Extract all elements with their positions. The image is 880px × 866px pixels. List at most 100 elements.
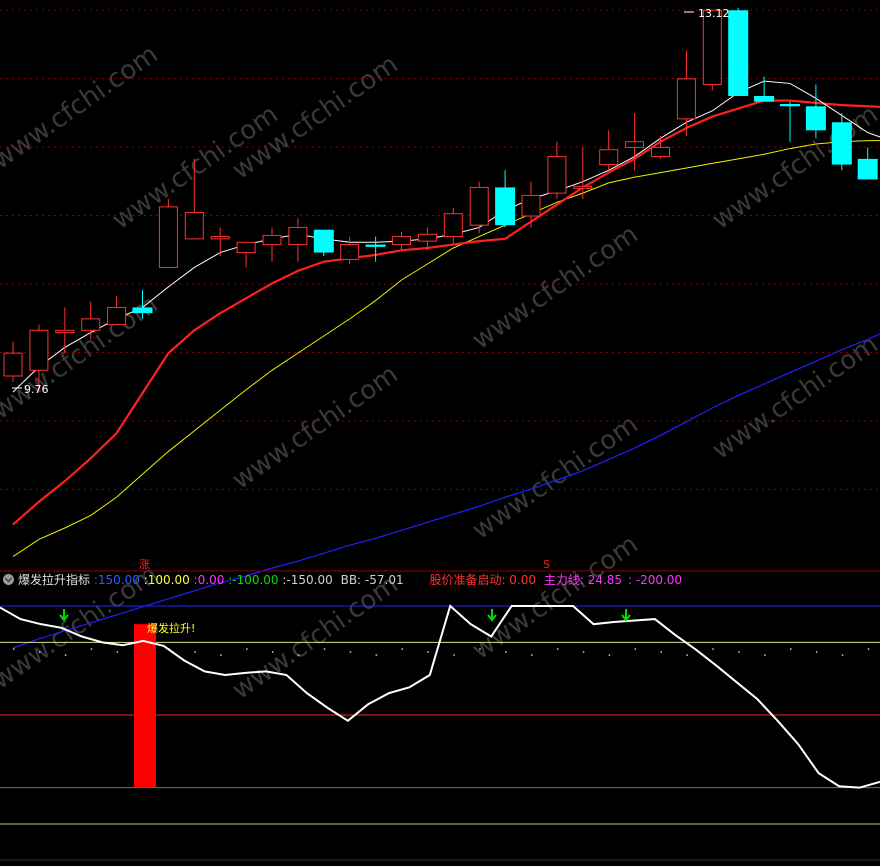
candle[interactable]: [365, 236, 386, 262]
candle[interactable]: [521, 181, 541, 228]
candle-body: [392, 236, 411, 246]
stock-chart[interactable]: www.cfchi.comwww.cfchi.comwww.cfchi.comw…: [0, 0, 880, 866]
low-price-label: 9.76: [24, 383, 49, 396]
s-marker: S: [543, 558, 550, 571]
candle[interactable]: [599, 130, 619, 171]
candle-body: [573, 185, 593, 189]
dot: [790, 648, 792, 650]
candle-body: [805, 106, 826, 131]
watermark-text: www.cfchi.com: [467, 409, 644, 545]
candle-body: [236, 241, 256, 254]
level-150: 150.00: [97, 573, 140, 587]
level-100: 100.00: [147, 573, 190, 587]
dot: [686, 654, 688, 656]
candle-body: [780, 104, 800, 107]
dot: [220, 654, 222, 656]
indicator-header: 爆发拉升指标 :150.00 :100.00 :0.00 :-100.00 :-…: [0, 571, 880, 589]
candle-body: [547, 156, 567, 194]
bb-value: BB: -57.01: [340, 573, 404, 587]
candle-body: [599, 149, 619, 166]
dot: [246, 648, 248, 650]
last-value: : -200.00: [627, 573, 683, 587]
dot: [660, 651, 662, 653]
candle[interactable]: [702, 9, 722, 91]
candle-body: [521, 194, 541, 217]
candle-body: [831, 122, 852, 165]
indicator-main-line: [0, 604, 880, 789]
candle-body: [288, 226, 308, 246]
candle-body: [754, 96, 775, 102]
candle-body: [210, 236, 230, 240]
candle-body: [651, 146, 670, 158]
candle-body: [340, 244, 360, 260]
indicator-name[interactable]: 爆发拉升指标: [18, 573, 90, 587]
candle[interactable]: [3, 341, 23, 382]
candle[interactable]: [728, 8, 749, 97]
dot: [531, 654, 533, 656]
dot: [38, 651, 41, 653]
prep-value: 股价准备启动: 0.00: [429, 573, 537, 587]
candle[interactable]: [469, 181, 489, 234]
dot: [90, 648, 93, 650]
collapse-chevron-icon[interactable]: [3, 574, 14, 585]
zhang-marker: 涨: [139, 558, 150, 571]
candle-body: [55, 329, 75, 334]
candle-body: [107, 306, 127, 326]
candle-body: [81, 318, 101, 331]
dot: [479, 648, 481, 650]
ma-blue-line: [12, 333, 880, 649]
candle-body: [158, 206, 178, 268]
candle[interactable]: [107, 296, 127, 326]
candle[interactable]: [547, 141, 567, 199]
dot: [297, 654, 300, 656]
candle[interactable]: [392, 232, 411, 251]
dot: [867, 648, 870, 650]
burst-signal-bar: [134, 624, 156, 788]
candle-body: [495, 187, 516, 226]
candle[interactable]: [676, 50, 696, 136]
candle-body: [625, 141, 645, 148]
dot: [453, 654, 455, 656]
candle[interactable]: [780, 101, 800, 142]
candle-body: [29, 329, 49, 371]
dot: [349, 651, 352, 653]
candle-body: [728, 10, 749, 97]
candle-body: [132, 307, 153, 314]
candle-body: [184, 212, 204, 240]
candle[interactable]: [288, 218, 308, 262]
dot: [64, 654, 67, 656]
dot: [194, 651, 196, 653]
candle[interactable]: [236, 241, 256, 268]
dot: [634, 648, 637, 650]
main-line-value: 主力线: 24.85: [543, 573, 623, 587]
candle-body: [443, 213, 463, 238]
candle[interactable]: [805, 84, 826, 139]
dot: [272, 651, 274, 653]
level-minus100: -100.00: [232, 573, 279, 587]
burst-label: 爆发拉升!: [147, 621, 195, 635]
dot: [815, 651, 818, 653]
candle[interactable]: [857, 147, 878, 180]
dot: [427, 651, 429, 653]
dot: [712, 648, 714, 650]
high-price-label: 13.12: [698, 7, 730, 20]
watermark-text: www.cfchi.com: [227, 569, 404, 705]
dot: [323, 648, 326, 650]
candle[interactable]: [754, 76, 775, 102]
candle-body: [857, 158, 878, 180]
candle-body: [469, 186, 489, 226]
dot: [738, 651, 740, 653]
candle-body: [262, 234, 282, 246]
candle[interactable]: [340, 236, 360, 264]
candle-body: [365, 244, 386, 247]
candle[interactable]: [158, 198, 178, 268]
candle-body: [417, 233, 437, 242]
level-minus150: -150.00: [286, 573, 333, 587]
candle[interactable]: [313, 229, 334, 256]
dot: [582, 651, 585, 653]
candle[interactable]: [443, 208, 463, 245]
dot: [116, 651, 119, 653]
candle[interactable]: [262, 227, 282, 262]
candle[interactable]: [495, 170, 516, 228]
candle[interactable]: [210, 227, 230, 256]
